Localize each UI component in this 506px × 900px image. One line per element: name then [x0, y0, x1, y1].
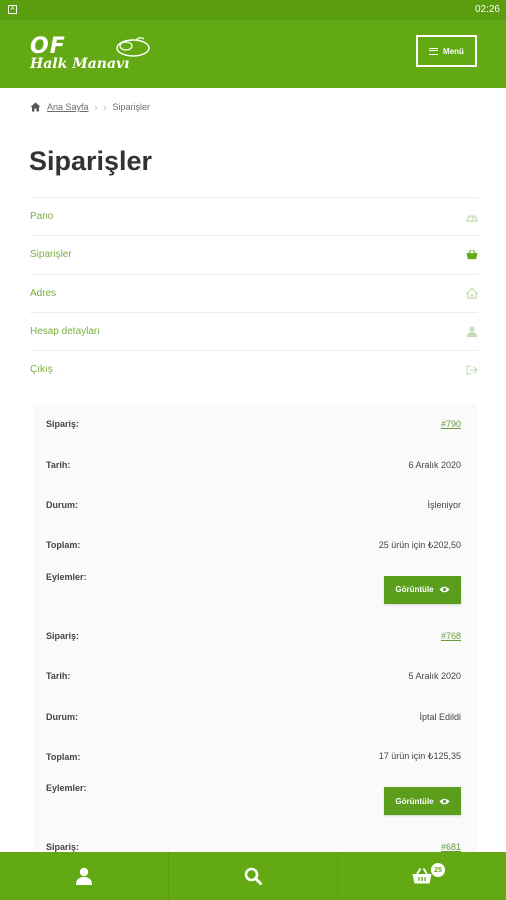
logo-name: Halk Manavı — [30, 56, 130, 72]
account-nav-label: Adres — [30, 287, 57, 299]
order-total-label: Toplam: — [46, 540, 81, 551]
order-total-row: Toplam: 25 ürün için ₺202,50 — [34, 525, 477, 565]
order-date-value: 5 Aralık 2020 — [408, 671, 461, 682]
order-actions-label: Eylemler: — [46, 571, 87, 582]
user-icon — [76, 867, 92, 885]
home-icon — [466, 287, 478, 299]
order-number-label: Sipariş: — [46, 630, 80, 641]
view-order-button[interactable]: Görüntüle — [384, 575, 461, 604]
status-bar: A 02:26 — [0, 0, 506, 20]
breadcrumb-separator: › — [94, 102, 98, 112]
account-nav-address[interactable]: Adres — [30, 273, 478, 312]
account-nav-orders[interactable]: Siparişler — [30, 235, 478, 273]
search-tab[interactable] — [169, 852, 338, 900]
order-number-link[interactable]: #790 — [441, 419, 461, 429]
view-order-button-label: Görüntüle — [395, 585, 434, 595]
order-date-row: Tarih: 6 Aralık 2020 — [34, 444, 477, 484]
account-navigation: Pano Siparişler Adres Hesap detayları Çı… — [30, 197, 478, 388]
logout-icon — [466, 364, 478, 376]
order-status-row: Durum: İptal Edildi — [34, 696, 477, 736]
account-nav-logout[interactable]: Çıkış — [30, 350, 478, 388]
order-status-value: İşleniyor — [427, 499, 461, 510]
account-nav-label: Çıkış — [30, 364, 53, 376]
account-nav-label: Hesap detayları — [30, 326, 101, 338]
account-nav-label: Pano — [30, 211, 54, 223]
order-number-label: Sipariş: — [46, 419, 80, 430]
menu-button[interactable]: Menü — [416, 35, 477, 67]
cart-tab[interactable]: 25 — [338, 852, 506, 900]
order-date-row: Tarih: 5 Aralık 2020 — [34, 656, 477, 696]
order-date-value: 6 Aralık 2020 — [408, 459, 461, 470]
order-actions-label: Eylemler: — [46, 783, 87, 794]
order-actions-row: Eylemler: Görüntüle — [34, 566, 477, 616]
account-tab[interactable] — [0, 852, 169, 900]
order-status-label: Durum: — [46, 499, 78, 510]
order-date-label: Tarih: — [46, 671, 71, 682]
account-nav-dashboard[interactable]: Pano — [30, 197, 478, 235]
status-clock: 02:26 — [474, 4, 500, 15]
order-status-value: İptal Edildi — [419, 711, 461, 722]
order-total-value: 25 ürün için ₺202,50 — [378, 539, 461, 550]
order-actions-row: Eylemler: Görüntüle — [34, 777, 477, 827]
order-number-link[interactable]: #681 — [441, 842, 461, 852]
orders-table: Sipariş: #790 Tarih: 6 Aralık 2020 Durum… — [34, 404, 477, 856]
site-logo[interactable]: OF Halk Manavı — [30, 34, 155, 76]
notification-icon: A — [8, 5, 17, 14]
order-total-label: Toplam: — [46, 751, 81, 762]
search-icon — [244, 867, 262, 885]
order-total-value: 17 ürün için ₺125,35 — [378, 751, 461, 762]
cart-count-badge: 25 — [430, 862, 446, 878]
user-icon — [466, 326, 478, 338]
breadcrumb-home-link[interactable]: Ana Sayfa — [47, 102, 89, 112]
hamburger-icon — [429, 47, 439, 55]
order-date-label: Tarih: — [46, 459, 71, 470]
page-title: Siparişler — [29, 146, 153, 176]
breadcrumb-separator: › — [103, 102, 107, 112]
account-nav-account-details[interactable]: Hesap detayları — [30, 311, 478, 350]
breadcrumb-current: Siparişler — [112, 102, 151, 112]
dashboard-icon — [466, 211, 478, 223]
order-status-label: Durum: — [46, 711, 78, 722]
order-number-link[interactable]: #768 — [441, 631, 461, 641]
basket-icon — [466, 249, 478, 261]
site-header: OF Halk Manavı Menü — [0, 20, 506, 88]
order-status-row: Durum: İşleniyor — [34, 485, 477, 525]
basket-icon — [412, 868, 432, 884]
home-icon — [30, 102, 41, 112]
view-order-button[interactable]: Görüntüle — [384, 787, 461, 816]
menu-button-label: Menü — [443, 46, 464, 56]
account-nav-label: Siparişler — [30, 249, 72, 261]
order-number-row: Sipariş: #790 — [34, 404, 477, 444]
fruit-logo-icon — [116, 37, 150, 57]
breadcrumb: Ana Sayfa › › Siparişler — [30, 100, 150, 114]
order-total-row: Toplam: 17 ürün için ₺125,35 — [34, 737, 477, 777]
bottom-navigation: 25 — [0, 852, 506, 900]
eye-icon — [439, 798, 450, 804]
eye-icon — [439, 586, 450, 593]
order-number-row: Sipariş: #768 — [34, 616, 477, 656]
view-order-button-label: Görüntüle — [395, 796, 434, 806]
order-number-label: Sipariş: — [46, 842, 80, 853]
